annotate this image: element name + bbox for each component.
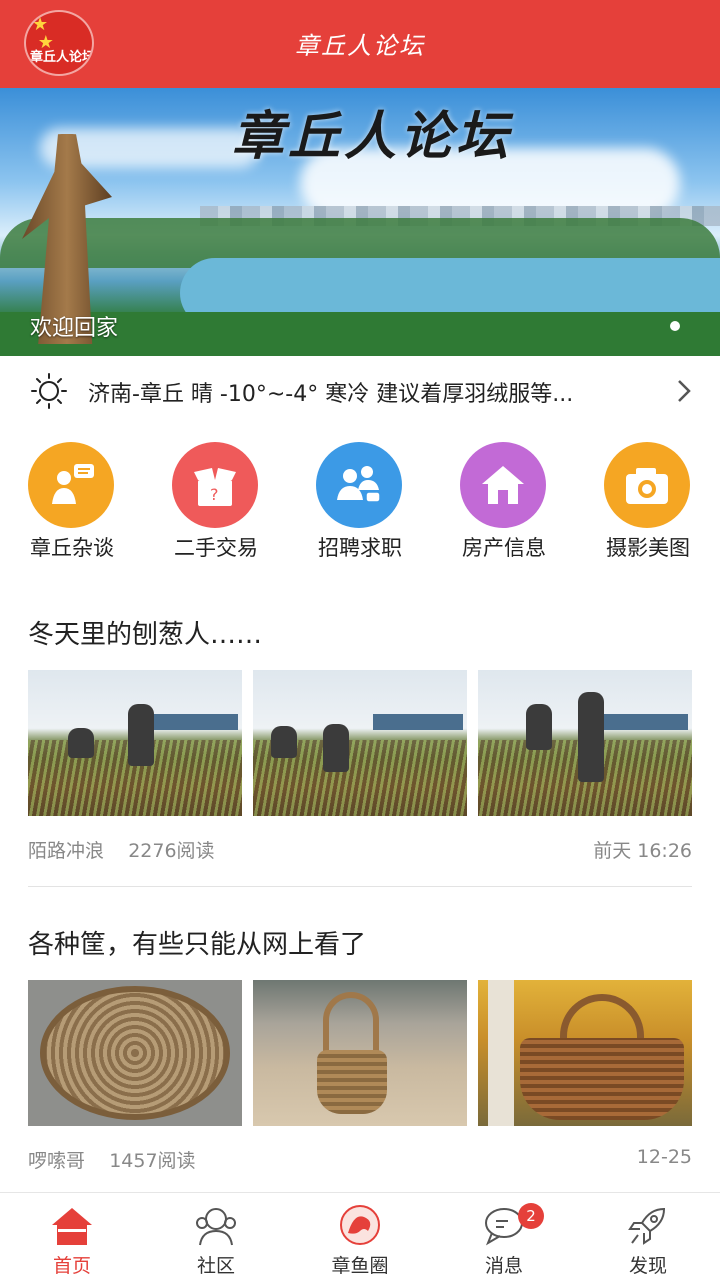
weather-text: 济南-章丘 晴 -10°~-4° 寒冷 建议着厚羽绒服等... — [88, 382, 574, 407]
image-farmer — [526, 704, 552, 750]
post-image[interactable] — [28, 980, 242, 1126]
category-icon-bg — [28, 442, 114, 528]
category-photography[interactable]: 摄影美图 — [576, 440, 720, 560]
svg-text:?: ? — [210, 485, 219, 504]
nav-messages[interactable]: 2 消息 — [432, 1193, 576, 1280]
post-card[interactable]: 各种筐，有些只能从网上看了 啰嗦哥 1457阅读 12-25 — [28, 924, 692, 1184]
category-grid: 章丘杂谈 ? 二手交易 招聘求职 房产信息 摄影美图 — [0, 440, 720, 560]
nav-home[interactable]: 首页 — [0, 1193, 144, 1280]
post-thumbnails — [28, 980, 692, 1126]
category-label: 房产信息 — [462, 536, 546, 560]
nav-label: 消息 — [484, 1255, 523, 1277]
house-icon — [482, 466, 524, 504]
post-divider — [28, 886, 692, 887]
post-image[interactable] — [478, 980, 692, 1126]
category-jobs[interactable]: 招聘求职 — [288, 440, 432, 560]
top-bar: ★ ★ 章丘人论坛 章丘人论坛 — [0, 0, 720, 88]
community-icon — [196, 1208, 236, 1246]
rocket-icon — [628, 1207, 666, 1245]
carousel-indicator-dot[interactable] — [670, 321, 680, 331]
post-read-count: 1457阅读 — [109, 1150, 196, 1172]
nav-label: 章鱼圈 — [331, 1255, 389, 1277]
image-building — [373, 714, 463, 730]
people-icon — [337, 466, 381, 503]
post-image[interactable] — [253, 670, 467, 816]
nav-community[interactable]: 社区 — [144, 1193, 288, 1280]
post-image[interactable] — [478, 670, 692, 816]
post-card[interactable]: 冬天里的刨葱人…… 陌路冲浪 2276阅读 前天 16:26 — [28, 614, 692, 874]
post-author[interactable]: 啰嗦哥 — [28, 1150, 85, 1172]
post-title[interactable]: 冬天里的刨葱人…… — [28, 614, 692, 651]
category-icon-bg — [460, 442, 546, 528]
image-basket — [317, 1050, 387, 1114]
box-icon: ? — [194, 468, 236, 506]
post-time: 前天 16:26 — [593, 840, 692, 862]
category-zhangqiu-talk[interactable]: 章丘杂谈 — [0, 440, 144, 560]
weather-bar[interactable]: 济南-章丘 晴 -10°~-4° 寒冷 建议着厚羽绒服等... — [0, 360, 720, 422]
category-second-hand[interactable]: ? 二手交易 — [144, 440, 288, 560]
camera-icon — [626, 468, 668, 504]
post-time: 12-25 — [636, 1146, 692, 1168]
image-farmer — [68, 728, 94, 758]
category-label: 摄影美图 — [606, 536, 690, 560]
nav-label: 发现 — [628, 1255, 667, 1277]
image-basket — [520, 1038, 684, 1120]
image-basket — [40, 986, 230, 1120]
post-thumbnails — [28, 670, 692, 816]
banner-carousel[interactable]: 章丘人论坛 欢迎回家 — [0, 88, 720, 356]
category-icon-bg: ? — [172, 442, 258, 528]
image-farmer — [271, 726, 297, 758]
nav-label: 首页 — [52, 1255, 91, 1277]
image-building — [598, 714, 688, 730]
image-farmer — [578, 692, 604, 782]
bottom-nav: 首页 社区 章鱼圈 2 消息 发现 — [0, 1192, 720, 1280]
image-farmer — [128, 704, 154, 766]
octopus-icon — [340, 1205, 380, 1245]
nav-label: 社区 — [196, 1255, 235, 1277]
category-label: 章丘杂谈 — [30, 536, 114, 560]
post-image[interactable] — [28, 670, 242, 816]
banner-title: 章丘人论坛 — [232, 106, 513, 167]
post-title[interactable]: 各种筐，有些只能从网上看了 — [28, 924, 692, 961]
image-farmer — [323, 724, 349, 772]
post-image[interactable] — [253, 980, 467, 1126]
sun-icon — [31, 373, 67, 409]
nav-discover[interactable]: 发现 — [576, 1193, 720, 1280]
app-title: 章丘人论坛 — [295, 32, 425, 60]
home-icon — [52, 1208, 92, 1245]
post-meta-left: 陌路冲浪 2276阅读 — [28, 836, 215, 863]
category-icon-bg — [604, 442, 690, 528]
category-icon-bg — [316, 442, 402, 528]
post-read-count: 2276阅读 — [128, 840, 215, 862]
nav-octopus-circle[interactable]: 章鱼圈 — [288, 1193, 432, 1280]
category-real-estate[interactable]: 房产信息 — [432, 440, 576, 560]
image-tree-trunk — [488, 980, 514, 1126]
post-meta-left: 啰嗦哥 1457阅读 — [28, 1146, 196, 1173]
image-building — [148, 714, 238, 730]
banner-caption: 欢迎回家 — [30, 316, 119, 341]
message-count-badge: 2 — [518, 1203, 544, 1229]
post-author[interactable]: 陌路冲浪 — [28, 840, 104, 862]
category-label: 招聘求职 — [318, 536, 402, 560]
chevron-right-icon[interactable] — [676, 378, 692, 404]
category-label: 二手交易 — [174, 536, 258, 560]
chat-person-icon — [52, 464, 94, 504]
